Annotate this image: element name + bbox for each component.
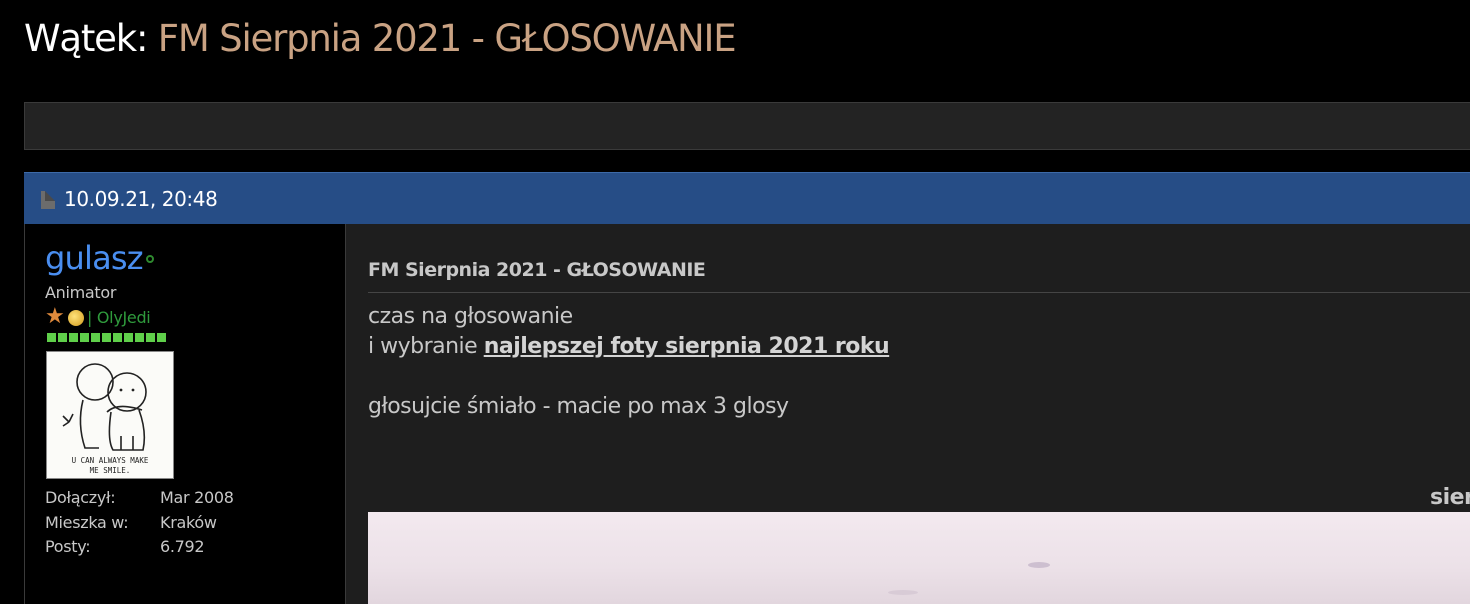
reputation-segment: [135, 333, 144, 342]
post-date: 10.09.21, 20:48: [64, 187, 218, 211]
reputation-segment: [113, 333, 122, 342]
thread-title-name[interactable]: FM Sierpnia 2021 - GŁOSOWANIE: [158, 17, 737, 60]
posts-value: 6.792: [160, 537, 205, 556]
post-line-3: głosujcie śmiało - macie po max 3 glosy: [368, 394, 789, 419]
username-link[interactable]: gulasz: [45, 238, 144, 278]
reputation-segment: [124, 333, 133, 342]
user-info-panel: gulasz Animator ★ | OlyJedi U CAN ALWAYS…: [24, 224, 346, 604]
reputation-segment: [47, 333, 56, 342]
post-line-2: i wybranie najlepszej foty sierpnia 2021…: [368, 332, 890, 362]
user-avatar[interactable]: U CAN ALWAYS MAKE ME SMILE.: [46, 351, 174, 479]
post-body: FM Sierpnia 2021 - GŁOSOWANIE czas na gł…: [346, 224, 1470, 604]
gallery-heading: sierpień: [1430, 485, 1470, 510]
location-label: Mieszka w:: [45, 513, 129, 532]
avatar-caption-2: ME SMILE.: [90, 466, 131, 475]
photo-detail: [888, 590, 918, 595]
reputation-segment: [157, 333, 166, 342]
award-label: | OlyJedi: [87, 307, 151, 327]
online-status-icon: [146, 255, 154, 263]
reputation-segment: [58, 333, 67, 342]
posts-label: Posty:: [45, 537, 91, 556]
avatar-drawing: U CAN ALWAYS MAKE ME SMILE.: [62, 363, 149, 475]
post-title: FM Sierpnia 2021 - GŁOSOWANIE: [368, 259, 706, 281]
post-title-divider: [368, 292, 1470, 293]
thread-toolbar: [24, 102, 1470, 150]
post-header: 10.09.21, 20:48: [24, 172, 1470, 224]
reputation-segment: [91, 333, 100, 342]
reputation-segment: [80, 333, 89, 342]
thread-title-prefix: Wątek:: [24, 17, 148, 60]
post-page-icon: [41, 191, 55, 209]
award-row: ★ | OlyJedi: [45, 304, 151, 329]
joined-label: Dołączył:: [45, 488, 116, 507]
post-line-1: czas na głosowanie: [368, 304, 573, 329]
joined-value: Mar 2008: [160, 488, 234, 507]
photo-detail: [1028, 562, 1050, 568]
reputation-segment: [146, 333, 155, 342]
user-rank-title: Animator: [45, 283, 117, 302]
post-photo[interactable]: [368, 512, 1470, 604]
reputation-segment: [69, 333, 78, 342]
info-location: Mieszka w: Kraków: [45, 513, 217, 533]
post-line-2-prefix: i wybranie: [368, 334, 484, 359]
info-posts: Posty: 6.792: [45, 537, 205, 557]
thread-title: Wątek: FM Sierpnia 2021 - GŁOSOWANIE: [24, 16, 737, 62]
info-joined: Dołączył: Mar 2008: [45, 488, 234, 508]
star-award-icon: ★: [45, 304, 65, 329]
location-value: Kraków: [160, 513, 217, 532]
medal-award-icon: [68, 310, 84, 326]
reputation-bar: [47, 333, 166, 342]
best-photo-link[interactable]: najlepszej foty sierpnia 2021 roku: [484, 334, 890, 359]
reputation-segment: [102, 333, 111, 342]
avatar-caption-1: U CAN ALWAYS MAKE: [72, 456, 149, 465]
